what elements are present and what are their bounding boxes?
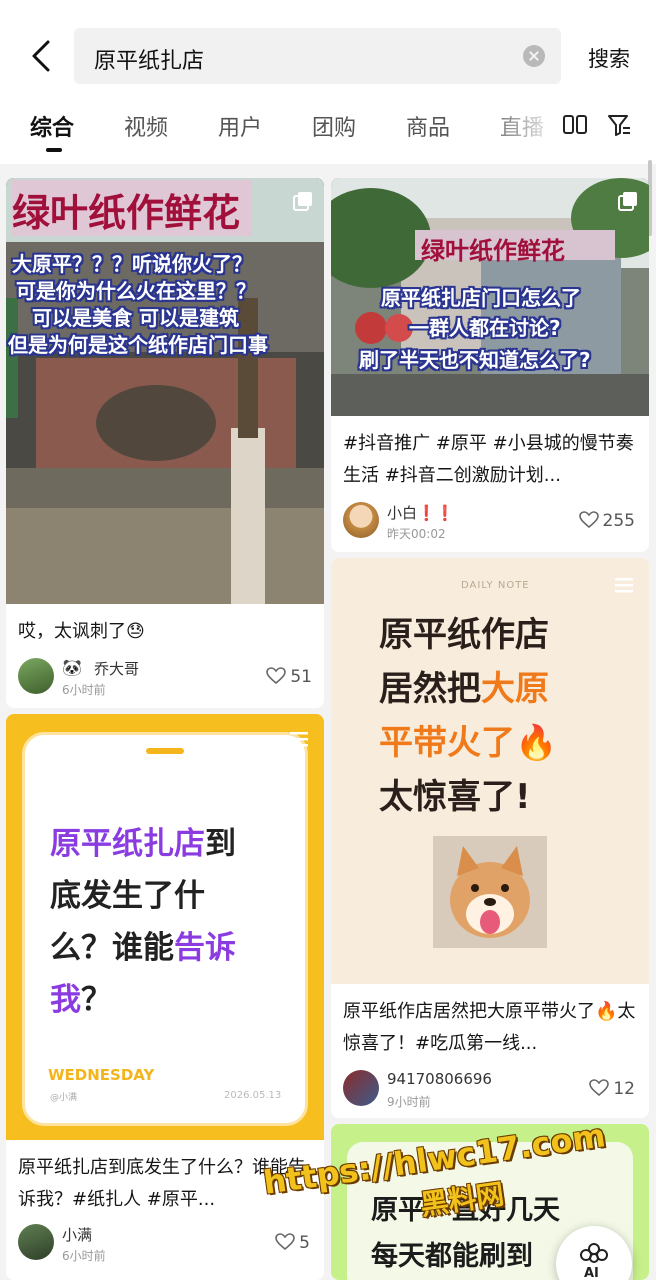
like-count[interactable]: 255 [578, 511, 635, 531]
heart-icon[interactable] [589, 1079, 610, 1097]
result-tabs: 综合 视频 用户 团购 商品 直播 [0, 96, 656, 164]
clear-search-icon[interactable] [523, 45, 545, 67]
tab-video[interactable]: 视频 [124, 110, 168, 142]
cover-caption-line: 原平纸扎店门口怎么了 [381, 286, 581, 310]
like-number: 12 [613, 1079, 635, 1099]
cover-line: 底发生了什 [50, 878, 205, 914]
search-input[interactable]: 原平纸扎店 [74, 28, 561, 84]
cover-caption-line: 可以是美食 可以是建筑 [32, 306, 239, 330]
shop-sign: 绿叶纸作鲜花 [12, 180, 252, 236]
post-time: 9小时前 [387, 1095, 431, 1109]
cover-line: 太惊喜了! [379, 777, 531, 817]
cover-weekday: WEDNESDAY [48, 1066, 155, 1084]
shop-sign-text: 绿叶纸作鲜花 [421, 237, 565, 265]
feed-card[interactable]: 绿叶纸作鲜花 大原平？？？听说你火了？ 可是你为什么火在这里？？ 可以是美食 可… [6, 178, 324, 708]
like-count[interactable]: 12 [589, 1079, 635, 1099]
tab-products[interactable]: 商品 [406, 110, 450, 142]
tabs-fade [480, 96, 560, 156]
street-photo [6, 178, 324, 604]
avatar[interactable] [18, 1224, 54, 1260]
tab-users[interactable]: 用户 [218, 110, 262, 142]
active-tab-indicator [46, 148, 62, 152]
multi-image-icon [618, 192, 637, 211]
cover-caption-line: 但是为何是这个纸作店门口事 [8, 333, 268, 357]
cover-handle: @小满 [50, 1093, 78, 1103]
dog-photo [433, 836, 547, 948]
author-name[interactable]: 乔大哥 [94, 658, 139, 679]
author-name[interactable]: 小满 [62, 1224, 92, 1245]
ai-label: AI [584, 1266, 599, 1280]
menu-lines-icon [615, 578, 633, 593]
flower-icon [580, 1243, 608, 1263]
grid-view-icon[interactable] [562, 112, 588, 138]
cover-caption-line: 大原平？？？听说你火了？ [12, 252, 252, 276]
search-query[interactable]: 原平纸扎店 [94, 43, 204, 75]
heart-icon[interactable] [266, 667, 287, 685]
post-time: 6小时前 [62, 1249, 106, 1263]
shop-sign: 绿叶纸作鲜花 [415, 230, 615, 265]
card-title: 原平纸作店居然把大原平带火了🔥太惊喜了！#吃瓜第一线... [343, 1001, 636, 1054]
cover-caption-line: 可是你为什么火在这里？？ [16, 279, 256, 303]
avatar[interactable] [343, 502, 379, 538]
cover-header: DAILY NOTE [461, 580, 530, 591]
cover-line: 每天都能刷到 [371, 1241, 533, 1272]
post-time: 6小时前 [62, 683, 106, 697]
cover-headline: 原平纸作店 居然把大原 平带火了🔥 太惊喜了! [379, 608, 557, 824]
cover-caption-line: 刷了半天也不知道怎么了? [359, 348, 591, 372]
shop-sign-text: 绿叶纸作鲜花 [12, 191, 241, 235]
card-cover-image: DAILY NOTE 原平纸作店 居然把大原 平带火了🔥 太惊喜了! [331, 558, 649, 984]
avatar[interactable] [343, 1070, 379, 1106]
card-title: #抖音推广 #原平 #小县城的慢节奏生活 #抖音二创激励计划... [343, 433, 634, 486]
card-title: 哎，太讽刺了😓 [18, 621, 145, 642]
cover-line: 我？ [50, 982, 112, 1018]
cover-line: 原平纸扎店到 [50, 826, 236, 862]
like-count[interactable]: 5 [275, 1233, 310, 1253]
multi-image-icon [293, 192, 312, 211]
shiba-dog-image [433, 836, 547, 948]
menu-lines-icon [290, 732, 308, 747]
search-header: 原平纸扎店 搜索 [0, 0, 656, 96]
author-name[interactable]: 小白❗❗ [387, 502, 454, 523]
heart-icon[interactable] [275, 1233, 295, 1251]
author-emoji: 🐼 [62, 658, 82, 677]
post-time: 昨天00:02 [387, 527, 446, 541]
heart-icon[interactable] [578, 511, 599, 529]
cover-line: 么？谁能告诉 [50, 930, 236, 966]
tab-group-buy[interactable]: 团购 [312, 110, 356, 142]
note-clip [146, 748, 184, 754]
cover-line: 平带火了🔥 [379, 723, 558, 763]
like-count[interactable]: 51 [266, 667, 312, 687]
like-number: 255 [602, 511, 635, 531]
author-name[interactable]: 94170806696 [387, 1070, 492, 1088]
card-cover-image: 绿叶纸作鲜花 原平纸扎店门口怎么了 一群人都在讨论? 刷了半天也不知道怎么了? [331, 178, 649, 416]
cover-date: 2026.05.13 [224, 1090, 282, 1101]
back-arrow-icon[interactable] [24, 36, 60, 76]
tab-general[interactable]: 综合 [30, 110, 74, 142]
feed-card[interactable]: DAILY NOTE 原平纸作店 居然把大原 平带火了🔥 太惊喜了! 原平纸作店… [331, 558, 649, 1118]
like-number: 5 [299, 1233, 310, 1253]
card-cover-image: 绿叶纸作鲜花 大原平？？？听说你火了？ 可是你为什么火在这里？？ 可以是美食 可… [6, 178, 324, 604]
card-cover-image: 原平纸扎店到 底发生了什 么？谁能告诉 我？ WEDNESDAY @小满 202… [6, 714, 324, 1140]
like-number: 51 [290, 667, 312, 687]
search-button[interactable]: 搜索 [588, 43, 630, 73]
filter-icon[interactable] [606, 112, 632, 138]
cover-caption-line: 一群人都在讨论? [409, 316, 561, 340]
cover-headline: 原平纸扎店到 底发生了什 么？谁能告诉 我？ [50, 818, 236, 1026]
cover-line: 原平纸作店 [379, 615, 549, 655]
avatar[interactable] [18, 658, 54, 694]
cover-line: 居然把大原 [379, 669, 549, 709]
feed-card[interactable]: 绿叶纸作鲜花 原平纸扎店门口怎么了 一群人都在讨论? 刷了半天也不知道怎么了? … [331, 178, 649, 552]
